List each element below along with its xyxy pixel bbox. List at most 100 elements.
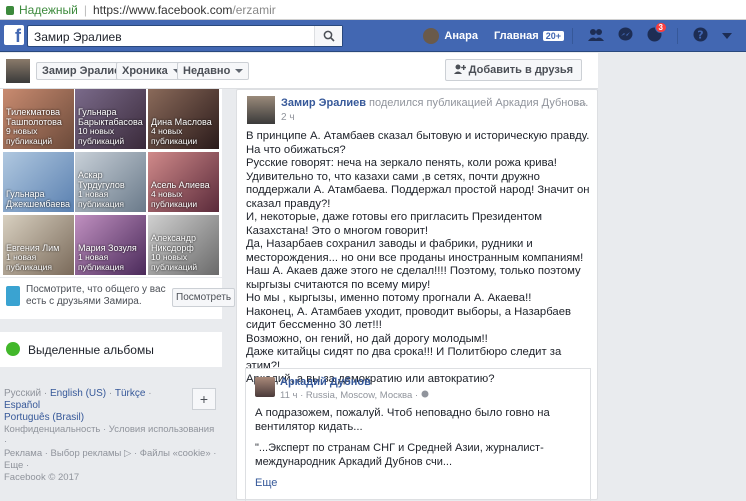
friend-name: Аскар Турдугулов — [78, 170, 125, 190]
friend-name: Александр Никсдорф — [151, 233, 197, 253]
shared-post: Аркадий Дубнов 11 ч · Russia, Moscow, Мо… — [245, 368, 591, 501]
post-line: Но мы , кыргызы, именно потому прогнали … — [246, 292, 532, 304]
friend-tile[interactable]: Мария Зозуля 1 новая публикация — [75, 215, 146, 275]
url-host: https://www.facebook.com — [93, 2, 233, 17]
language-link[interactable]: Português (Brasil) — [4, 412, 84, 423]
chevron-down-icon — [235, 69, 244, 74]
friend-tile[interactable]: Дина Маслова 4 новых публикации — [148, 89, 219, 149]
friend-name: Гульнара Барыктабасова — [78, 107, 143, 127]
mutual-friends-text: Посмотрите, что общего у вас есть с друз… — [26, 284, 166, 307]
friend-posts: 10 новых публикаций — [151, 252, 198, 272]
search-button[interactable] — [314, 26, 342, 46]
post-line: Наконец, А. Атамбаев уходит, проводит вы… — [246, 305, 571, 332]
shared-meta-text: 11 ч · Russia, Moscow, Москва · — [280, 390, 421, 401]
add-friend-button[interactable]: Добавить в друзья — [444, 59, 582, 81]
shared-post-snippet: "...Эксперт по странам СНГ и Средней Ази… — [255, 442, 544, 468]
language-current: Русский — [4, 388, 42, 399]
post-card: Замир Эралиев поделился публикацией Арка… — [236, 89, 598, 501]
language-link[interactable]: Español — [4, 400, 40, 411]
home-badge: 20+ — [542, 31, 564, 41]
friend-tile[interactable]: Гульнара Барыктабасова 10 новых публикаци… — [75, 89, 146, 149]
friend-tile[interactable]: Евгения Лим 1 новая публикация — [3, 215, 74, 275]
friend-requests-icon[interactable] — [588, 28, 604, 45]
albums-icon — [6, 342, 20, 356]
friend-tile[interactable]: Асель Алиева 4 новых публикации — [148, 152, 219, 212]
footer-line[interactable]: Реклама · Выбор рекламы ▷ · Файлы «cooki… — [4, 448, 218, 460]
post-line: Русские говорят: неча на зеркало пенять,… — [246, 157, 590, 210]
add-friend-icon — [453, 64, 466, 74]
profile-avatar[interactable] — [6, 59, 30, 83]
post-options-icon[interactable]: ··· — [575, 96, 587, 110]
view-mutual-button[interactable]: Посмотреть — [172, 288, 236, 307]
right-empty-area — [598, 53, 746, 500]
search-input[interactable]: Замир Эралиев — [27, 25, 343, 47]
friend-posts: 10 новых публикаций — [78, 126, 125, 146]
friend-posts: 1 новая публикация — [78, 189, 124, 209]
featured-albums[interactable]: Выделенные альбомы — [0, 332, 222, 367]
profile-name-label: Замир Эралиев — [42, 65, 127, 77]
add-friend-label: Добавить в друзья — [468, 64, 573, 76]
account-menu-caret-icon[interactable] — [722, 30, 732, 42]
user-avatar[interactable] — [423, 28, 440, 44]
secure-label: Надежный — [19, 2, 78, 17]
language-link[interactable]: English (US) — [50, 388, 106, 399]
address-separator: | — [83, 2, 87, 17]
timeline-label: Хроника — [122, 65, 168, 77]
messages-icon[interactable] — [618, 27, 633, 45]
albums-label: Выделенные альбомы — [28, 343, 154, 357]
more-languages-button[interactable]: + — [192, 388, 216, 410]
footer-line[interactable]: Еще · — [4, 460, 218, 472]
post-line: Наш А. Акаев даже этого не сделал!!!! По… — [246, 265, 581, 291]
search-icon — [323, 30, 335, 42]
shared-post-text: А подразожем, пожалуй. Чтоб неповадно бы… — [255, 407, 550, 433]
post-header: Замир Эралиев поделился публикацией Арка… — [281, 97, 588, 109]
friends-grid: Тилекматова Ташполотова 9 новых публикаци… — [0, 89, 222, 277]
help-icon[interactable]: ? — [693, 27, 708, 45]
post-body: В принципе А. Атамбаев сказал бытовую и … — [246, 130, 591, 387]
mutual-friends-icon — [6, 286, 20, 306]
friend-posts: 4 новых публикации — [151, 126, 198, 146]
recent-label: Недавно — [183, 65, 231, 77]
language-link[interactable]: Türkçe — [115, 388, 146, 399]
notifications-icon[interactable]: 3 — [647, 22, 667, 45]
notifications-badge: 3 — [654, 22, 667, 33]
recent-dropdown[interactable]: Недавно — [177, 62, 250, 80]
post-shared-text: поделился публикацией Аркадия Дубнова. — [369, 97, 589, 109]
friend-tile[interactable]: Александр Никсдорф 10 новых публикаций — [148, 215, 219, 275]
friend-posts: 1 новая публикация — [78, 252, 124, 272]
globe-icon — [421, 390, 429, 398]
lock-icon — [6, 6, 14, 15]
mutual-friends-note: Посмотрите, что общего у вас есть с друз… — [0, 277, 236, 319]
copyright: Facebook © 2017 — [4, 472, 80, 483]
friend-tile[interactable]: Гульнара Джекшембаева — [3, 152, 74, 212]
footer-links: Конфиденциальность · Условия использован… — [4, 424, 218, 484]
search-value: Замир Эралиев — [34, 30, 122, 44]
post-author-link[interactable]: Замир Эралиев — [281, 97, 366, 109]
footer-line[interactable]: Конфиденциальность · Условия использован… — [4, 424, 218, 448]
friend-tile[interactable]: Аскар Турдугулов 1 новая публикация — [75, 152, 146, 212]
friend-name: Тилекматова Ташполотова — [6, 107, 62, 127]
post-line: Возможно, он гений, но дай дорогу молоды… — [246, 332, 488, 345]
friend-posts: 1 новая публикация — [6, 252, 52, 272]
nav-divider — [572, 28, 573, 44]
friend-posts: 4 новых публикации — [151, 189, 198, 209]
friend-name: Гульнара Джекшембаева — [6, 189, 71, 209]
user-name-link[interactable]: Анара — [444, 30, 478, 42]
friend-tile[interactable]: Тилекматова Ташполотова 9 новых публикаци… — [3, 89, 74, 149]
post-time[interactable]: 2 ч — [281, 112, 295, 123]
svg-text:?: ? — [697, 29, 703, 42]
home-label: Главная — [493, 30, 539, 42]
facebook-topbar: f Замир Эралиев Анара Главная 20+ 3 ? — [0, 20, 746, 52]
url-path: /erzamir — [232, 2, 276, 17]
post-line: Да, Назарбаев сохранил заводы и фабрики,… — [246, 238, 584, 264]
address-bar[interactable]: Надежный | https://www.facebook.com/erza… — [0, 0, 746, 20]
post-author-avatar[interactable] — [247, 96, 275, 124]
shared-author-avatar[interactable] — [255, 377, 275, 397]
language-list: Русский · English (US) · Türkçe · Españo… — [4, 388, 152, 423]
nav-divider — [677, 28, 678, 44]
home-link[interactable]: Главная 20+ — [494, 30, 564, 42]
see-more-link[interactable]: Еще — [255, 477, 277, 489]
shared-author-link[interactable]: Аркадий Дубнов — [280, 376, 371, 388]
friend-posts: 9 новых публикаций — [6, 126, 53, 146]
facebook-logo-icon[interactable]: f — [4, 25, 24, 46]
